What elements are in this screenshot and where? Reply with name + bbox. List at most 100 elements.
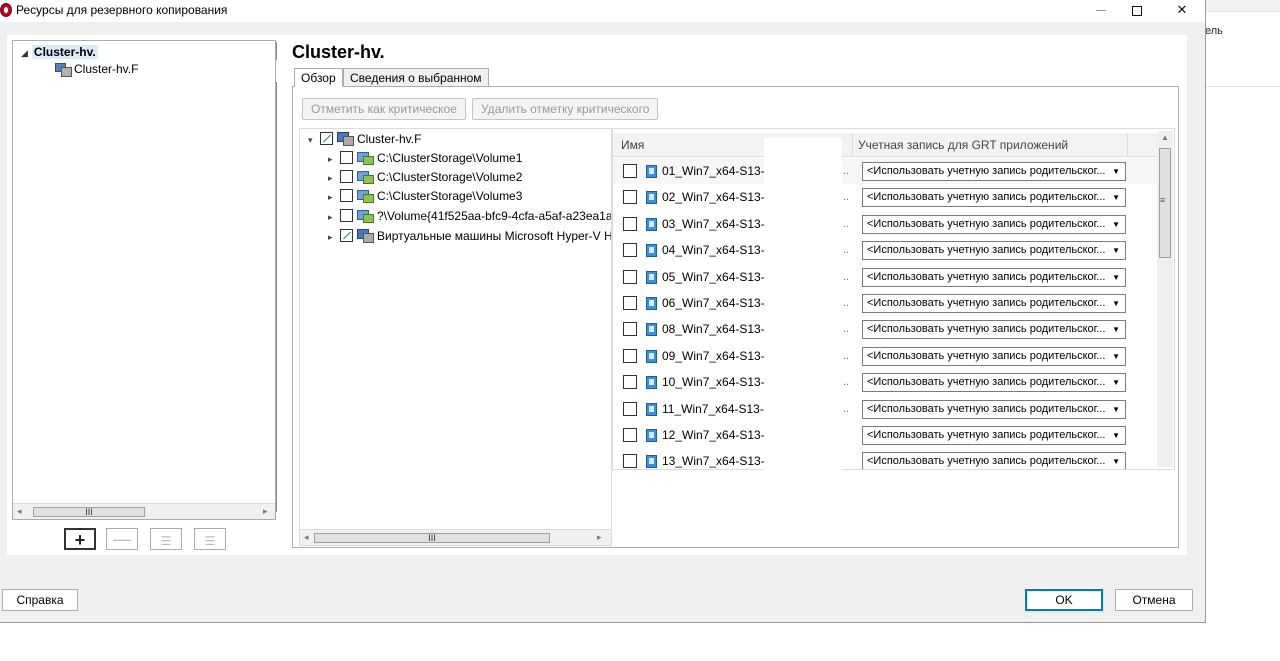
row-checkbox[interactable] bbox=[623, 322, 637, 337]
table-row[interactable]: 11_Win7_x64-S13-(.. <Использовать учетную… bbox=[613, 396, 1158, 422]
table-row[interactable]: 03_Win7_x64-S13-(.. <Использовать учетную… bbox=[613, 211, 1158, 237]
resource-tree-root[interactable]: ▾ Cluster-hv.F bbox=[308, 132, 421, 150]
row-checkbox[interactable] bbox=[623, 164, 637, 178]
grt-account-select[interactable]: <Использовать учетную запись родительско… bbox=[862, 162, 1126, 181]
column-header-grt-account[interactable]: Учетная запись для GRT приложений bbox=[858, 133, 1068, 157]
add-button[interactable]: + bbox=[64, 528, 96, 550]
help-button[interactable]: Справка bbox=[2, 589, 78, 611]
resource-item[interactable]: ▸ C:\ClusterStorage\Volume1 bbox=[328, 151, 522, 169]
grt-account-select[interactable]: <Использовать учетную запись родительско… bbox=[862, 320, 1126, 340]
dropdown-arrow-icon[interactable]: ▼ bbox=[1112, 321, 1120, 338]
row-checkbox[interactable] bbox=[623, 190, 637, 205]
grt-account-select[interactable]: <Использовать учетную запись родительско… bbox=[862, 241, 1126, 261]
table-row[interactable]: 10_Win7_x64-S13-(.. <Использовать учетную… bbox=[613, 369, 1158, 395]
tree-child-node[interactable]: Cluster-hv.F bbox=[55, 62, 138, 77]
ok-button[interactable]: OK bbox=[1025, 589, 1103, 611]
grt-account-select[interactable]: <Использовать учетную запись родительско… bbox=[862, 214, 1126, 234]
row-checkbox[interactable] bbox=[623, 216, 637, 231]
expand-right-icon[interactable]: ▸ bbox=[328, 173, 338, 184]
expand-right-icon[interactable]: ▸ bbox=[328, 192, 338, 203]
vm-name: 11_Win7_x64-S13-( bbox=[662, 401, 768, 416]
grt-account-select[interactable]: <Использовать учетную запись родительско… bbox=[862, 188, 1126, 208]
dropdown-arrow-icon[interactable]: ▼ bbox=[1112, 453, 1120, 469]
row-checkbox[interactable] bbox=[623, 269, 637, 284]
grt-account-select[interactable]: <Использовать учетную запись родительско… bbox=[862, 294, 1126, 313]
scroll-right-icon[interactable]: ▸ bbox=[597, 532, 602, 543]
resource-item[interactable]: ▸ C:\ClusterStorage\Volume2 bbox=[328, 170, 522, 188]
close-button[interactable]: ✕ bbox=[1159, 0, 1205, 20]
column-divider[interactable] bbox=[1127, 133, 1128, 157]
dropdown-arrow-icon[interactable]: ▼ bbox=[1112, 401, 1120, 418]
dropdown-arrow-icon[interactable]: ▼ bbox=[1112, 242, 1120, 259]
move-up-button[interactable]: ☰ bbox=[150, 528, 182, 550]
scroll-left-icon[interactable]: ◂ bbox=[304, 532, 309, 543]
vm-name: 01_Win7_x64-S13-( bbox=[662, 164, 769, 178]
column-header-name[interactable]: Имя bbox=[621, 133, 644, 157]
grt-account-select[interactable]: <Использовать учетную запись родительско… bbox=[862, 399, 1126, 419]
row-checkbox[interactable] bbox=[623, 296, 637, 310]
table-row[interactable]: 02_Win7_x64-S13-(.. <Использовать учетную… bbox=[613, 184, 1158, 210]
scroll-right-icon[interactable]: ▸ bbox=[263, 506, 268, 517]
dropdown-arrow-icon[interactable]: ▼ bbox=[1112, 427, 1120, 444]
dropdown-arrow-icon[interactable]: ▼ bbox=[1112, 163, 1120, 180]
scroll-up-icon[interactable]: ▲ bbox=[1161, 133, 1169, 142]
tab-overview[interactable]: Обзор bbox=[294, 68, 343, 87]
grid-vertical-scrollbar[interactable]: ▲ ≡ bbox=[1157, 131, 1173, 467]
tab-selection-details[interactable]: Сведения о выбранном bbox=[343, 68, 489, 87]
table-row[interactable]: 13_Win7_x64-S13-/ <Использовать учетную з… bbox=[613, 448, 1158, 469]
checkbox[interactable] bbox=[340, 189, 353, 202]
remove-button[interactable]: — bbox=[106, 528, 138, 550]
expand-right-icon[interactable]: ▸ bbox=[328, 232, 338, 243]
resource-item-hyperv[interactable]: ▸ Виртуальные машины Microsoft Hyper-V H bbox=[328, 229, 611, 247]
left-horizontal-scrollbar[interactable]: ◂ III ▸ bbox=[13, 503, 275, 519]
checkbox[interactable] bbox=[320, 132, 333, 145]
checkbox[interactable] bbox=[340, 209, 353, 222]
grt-account-select[interactable]: <Использовать учетную запись родительско… bbox=[862, 426, 1126, 445]
expand-right-icon[interactable]: ▸ bbox=[328, 212, 338, 223]
grt-account-select[interactable]: <Использовать учетную запись родительско… bbox=[862, 452, 1126, 469]
expand-down-icon[interactable]: ▾ bbox=[308, 135, 318, 146]
move-down-button[interactable]: ☰ bbox=[194, 528, 226, 550]
resource-tree-horizontal-scrollbar[interactable]: ◂ III ▸ bbox=[300, 529, 611, 545]
table-row[interactable]: 08_Win7_x64-S13-(.. <Использовать учетную… bbox=[613, 316, 1158, 342]
dropdown-arrow-icon[interactable]: ▼ bbox=[1112, 295, 1120, 312]
checkbox[interactable] bbox=[340, 170, 353, 183]
table-row[interactable]: 05_Win7_x64-S13-(.. <Использовать учетную… bbox=[613, 264, 1158, 290]
dropdown-arrow-icon[interactable]: ▼ bbox=[1112, 189, 1120, 206]
grt-account-select[interactable]: <Использовать учетную запись родительско… bbox=[862, 267, 1126, 287]
grt-account-select[interactable]: <Использовать учетную запись родительско… bbox=[862, 346, 1126, 366]
dropdown-arrow-icon[interactable]: ▼ bbox=[1112, 348, 1120, 365]
grt-account-select[interactable]: <Использовать учетную запись родительско… bbox=[862, 373, 1126, 393]
dropdown-arrow-icon[interactable]: ▼ bbox=[1112, 269, 1120, 286]
maximize-button[interactable] bbox=[1114, 0, 1160, 20]
table-row[interactable]: 01_Win7_x64-S13-(.. <Использовать учетную… bbox=[613, 158, 1158, 184]
resource-item[interactable]: ▸ C:\ClusterStorage\Volume3 bbox=[328, 189, 522, 207]
row-checkbox[interactable] bbox=[623, 348, 637, 363]
collapse-arrow-icon[interactable]: ◢ bbox=[21, 48, 28, 58]
scroll-left-icon[interactable]: ◂ bbox=[17, 506, 22, 517]
resource-item[interactable]: ▸ ?\Volume{41f525aa-bfc9-4cfa-a5af-a23ea1… bbox=[328, 209, 611, 227]
scroll-thumb[interactable]: III bbox=[314, 533, 550, 543]
splitter-lower[interactable] bbox=[276, 82, 277, 512]
row-checkbox[interactable] bbox=[623, 243, 637, 258]
cancel-button[interactable]: Отмена bbox=[1115, 589, 1193, 611]
column-divider[interactable] bbox=[852, 133, 853, 157]
scroll-thumb[interactable]: III bbox=[33, 507, 145, 517]
dropdown-arrow-icon[interactable]: ▼ bbox=[1112, 374, 1120, 391]
unmark-critical-button[interactable]: Удалить отметку критического bbox=[472, 98, 659, 120]
table-row[interactable]: 06_Win7_x64-S13-(.. <Использовать учетную… bbox=[613, 290, 1158, 316]
splitter[interactable] bbox=[276, 42, 277, 60]
table-row[interactable]: 09_Win7_x64-S13-(.. <Использовать учетную… bbox=[613, 343, 1158, 369]
expand-right-icon[interactable]: ▸ bbox=[328, 154, 338, 165]
row-checkbox[interactable] bbox=[623, 401, 637, 416]
checkbox[interactable] bbox=[340, 229, 353, 242]
checkbox[interactable] bbox=[340, 151, 353, 164]
table-row[interactable]: 12_Win7_x64-S13-/ <Использовать учетную з… bbox=[613, 422, 1158, 448]
table-row[interactable]: 04_Win7_x64-S13-(.. <Использовать учетную… bbox=[613, 237, 1158, 263]
row-checkbox[interactable] bbox=[623, 428, 637, 442]
dropdown-arrow-icon[interactable]: ▼ bbox=[1112, 216, 1120, 233]
row-checkbox[interactable] bbox=[623, 375, 637, 390]
tree-root-node[interactable]: ◢ Cluster-hv. bbox=[21, 45, 98, 59]
row-checkbox[interactable] bbox=[623, 454, 637, 469]
mark-critical-button[interactable]: Отметить как критическое bbox=[302, 98, 466, 120]
